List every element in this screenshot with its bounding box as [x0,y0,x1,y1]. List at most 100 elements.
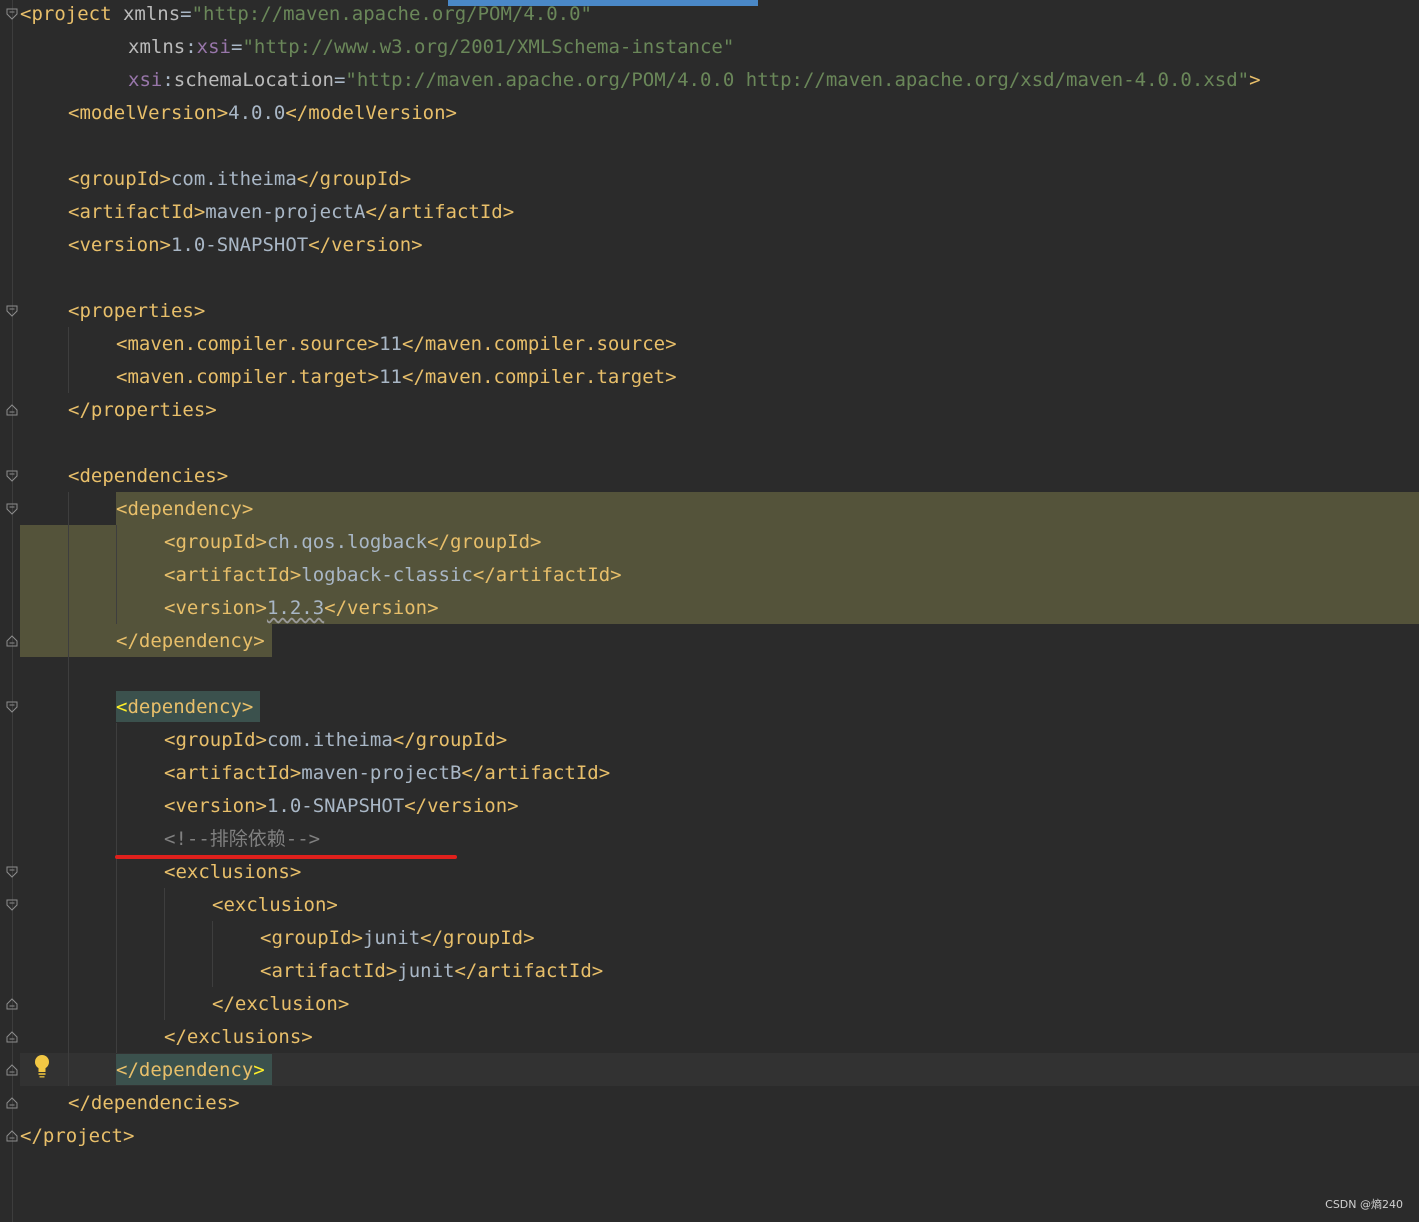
code-token: </dependencies> [68,1092,240,1114]
code-line[interactable]: <maven.compiler.source>11</maven.compile… [20,328,677,361]
code-token: <dependencies> [68,465,229,487]
code-token: 11 [379,366,402,388]
code-token: logback-classic [301,564,473,586]
code-token: junit [362,927,421,949]
code-token: </dependency> [116,630,265,652]
fold-arrow-icon[interactable] [6,470,18,482]
fold-arrow-icon[interactable] [6,866,18,878]
code-line[interactable]: <groupId>com.itheima</groupId> [20,724,507,757]
code-token: > [1249,69,1261,91]
code-line[interactable]: <groupId>com.itheima</groupId> [20,163,411,196]
code-token: </groupId> [392,729,508,751]
code-line[interactable]: <version>1.0-SNAPSHOT</version> [20,229,423,262]
code-token: = [333,69,346,91]
code-token: <groupId> [164,729,267,751]
fold-arrow-icon[interactable] [6,305,18,317]
fold-arrow-icon[interactable] [6,1097,18,1109]
fold-arrow-icon[interactable] [6,899,18,911]
code-line[interactable]: <artifactId>logback-classic</artifactId> [20,559,622,592]
code-line[interactable]: <maven.compiler.target>11</maven.compile… [20,361,677,394]
code-line[interactable]: <exclusion> [20,889,338,922]
code-token: <artifactId> [68,201,206,223]
fold-arrow-icon[interactable] [6,1031,18,1043]
code-line[interactable]: xsi:schemaLocation="http://maven.apache.… [20,64,1261,97]
code-line[interactable]: <dependency> [20,691,253,724]
code-token: xsi [196,36,231,58]
fold-arrow-icon[interactable] [6,701,18,713]
code-token: </exclusions> [164,1026,313,1048]
code-token: 1.0-SNAPSHOT [266,795,405,817]
code-token: <groupId> [260,927,363,949]
code-line[interactable]: </dependencies> [20,1087,240,1120]
code-line[interactable]: <!--排除依赖--> [20,823,320,856]
code-token: </maven.compiler.target> [402,366,677,388]
code-token: : [162,69,174,91]
code-token: </groupId> [296,168,412,190]
code-token: 1.2.3 [266,597,325,619]
code-line[interactable]: xmlns:xsi="http://www.w3.org/2001/XMLSch… [20,31,734,64]
watermark: CSDN @熵240 [1325,1198,1403,1211]
code-line[interactable]: <modelVersion>4.0.0</modelVersion> [20,97,457,130]
code-token: ch.qos.logback [266,531,428,553]
code-token: xsi [128,69,163,91]
code-line[interactable]: <version>1.0-SNAPSHOT</version> [20,790,519,823]
code-line[interactable]: </dependency> [20,1054,265,1087]
code-line[interactable]: <artifactId>junit</artifactId> [20,955,603,988]
code-editor[interactable]: <project xmlns="http://maven.apache.org/… [0,0,1419,1222]
code-token: com.itheima [170,168,297,190]
code-token: <exclusion> [212,894,338,916]
code-line[interactable]: <groupId>junit</groupId> [20,922,535,955]
code-token: <version> [164,795,267,817]
code-line[interactable]: </project> [20,1120,134,1153]
code-line[interactable]: <version>1.2.3</version> [20,592,439,625]
code-line[interactable]: </exclusion> [20,988,349,1021]
code-token: </artifactId> [454,960,604,982]
code-line[interactable]: </dependency> [20,625,265,658]
code-line[interactable]: <dependency> [20,493,253,526]
code-line[interactable]: <dependencies> [20,460,228,493]
code-token: </groupId> [427,531,542,553]
code-token: com.itheima [266,729,393,751]
code-line[interactable]: <artifactId>maven-projectA</artifactId> [20,196,514,229]
code-token: <version> [164,597,267,619]
fold-arrow-icon[interactable] [6,1064,18,1076]
code-token: </version> [324,597,439,619]
code-token: xmlns [128,36,186,58]
code-token: <artifactId> [164,564,302,586]
code-token: </artifactId> [461,762,611,784]
code-token: : [185,36,197,58]
code-token: <artifactId> [260,960,398,982]
code-token: </artifactId> [365,201,515,223]
code-token: <groupId> [68,168,171,190]
fold-arrow-icon[interactable] [6,635,18,647]
code-line[interactable]: <project xmlns="http://maven.apache.org/… [20,0,592,31]
fold-arrow-icon[interactable] [6,1130,18,1142]
code-token: xmlns [122,3,181,25]
code-token: 1.0-SNAPSHOT [170,234,309,256]
code-token: <properties> [68,300,206,322]
code-token: <project [20,3,123,25]
code-line[interactable]: <exclusions> [20,856,301,889]
code-token: </exclusion> [212,993,350,1015]
code-token: <exclusions> [164,861,302,883]
lightbulb-icon[interactable] [33,1054,51,1078]
code-token: </project> [20,1125,135,1147]
code-token: </dependency [116,1059,254,1081]
code-line[interactable]: </exclusions> [20,1021,313,1054]
fold-arrow-icon[interactable] [6,404,18,416]
code-token: = [180,3,192,25]
fold-arrow-icon[interactable] [6,998,18,1010]
code-token: <!--排除依赖--> [164,828,321,850]
code-line[interactable]: <artifactId>maven-projectB</artifactId> [20,757,610,790]
code-token: </modelVersion> [285,102,457,124]
code-token: <modelVersion> [68,102,229,124]
code-token: < [116,696,128,718]
fold-arrow-icon[interactable] [6,8,18,20]
code-line[interactable]: <groupId>ch.qos.logback</groupId> [20,526,542,559]
code-token: schemaLocation [173,69,334,91]
code-token: "http://www.w3.org/2001/XMLSchema-instan… [242,36,735,58]
fold-arrow-icon[interactable] [6,503,18,515]
code-line[interactable]: </properties> [20,394,217,427]
code-token: </groupId> [420,927,535,949]
code-line[interactable]: <properties> [20,295,205,328]
